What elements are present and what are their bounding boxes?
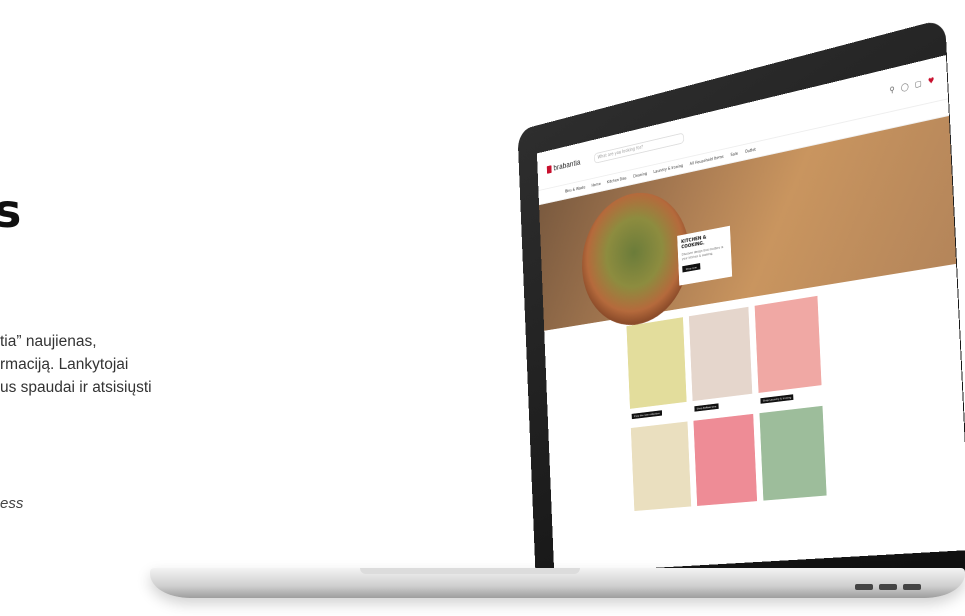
site-logo[interactable]: brabantia: [546, 157, 581, 174]
description-line: us spaudai ir atsisiųsti: [0, 379, 152, 396]
page-heading-fragment: s: [0, 184, 22, 238]
caption-fragment: ess: [0, 495, 24, 512]
logo-mark-icon: [546, 164, 552, 174]
product-tile[interactable]: [630, 421, 692, 512]
nav-item[interactable]: Outlet: [745, 147, 756, 154]
nav-item[interactable]: Bins & Waste: [565, 185, 585, 194]
product-tile[interactable]: Shop the new collection: [626, 317, 687, 420]
search-icon[interactable]: ⚲: [889, 85, 895, 95]
tile-button[interactable]: Shop ReNew bins: [694, 403, 719, 412]
banner-shop-button[interactable]: Shop now: [682, 263, 701, 273]
nav-item[interactable]: Sale: [730, 151, 738, 157]
site-search-input[interactable]: What are you looking for?: [594, 132, 685, 164]
description-line: tia” naujienas,: [0, 333, 97, 350]
product-tile[interactable]: [759, 405, 827, 501]
nav-item[interactable]: All Household Items: [690, 155, 724, 167]
product-tile[interactable]: Shop ReNew bins: [688, 306, 753, 412]
description-paragraph: tia” naujienas, rmaciją. Lankytojai us s…: [0, 330, 260, 399]
port-icon: [903, 584, 921, 590]
cart-icon[interactable]: ▢: [915, 78, 922, 88]
tile-button[interactable]: Shop the new collection: [631, 410, 663, 420]
nav-item[interactable]: Kitchen Bins: [607, 176, 627, 185]
laptop-ports: [855, 584, 955, 592]
port-icon: [879, 584, 897, 590]
header-icons: ⚲ ◯ ▢ ♥: [889, 75, 934, 94]
port-icon: [855, 584, 873, 590]
logo-text: brabantia: [553, 157, 581, 173]
nav-item[interactable]: Laundry & Ironing: [653, 164, 683, 175]
account-icon[interactable]: ◯: [901, 81, 909, 92]
heart-icon[interactable]: ♥: [928, 75, 935, 85]
nav-item[interactable]: Cleaning: [633, 172, 647, 179]
laptop-notch: [360, 568, 580, 574]
product-tile[interactable]: [693, 413, 758, 506]
nav-item[interactable]: Home: [591, 182, 600, 188]
tile-button[interactable]: Shop Laundry & Ironing: [760, 394, 794, 404]
description-line: rmaciją. Lankytojai: [0, 356, 129, 373]
product-tile[interactable]: Shop Laundry & Ironing: [754, 295, 822, 404]
banner-card: KITCHEN & COOKING. Discover design that …: [677, 225, 733, 286]
